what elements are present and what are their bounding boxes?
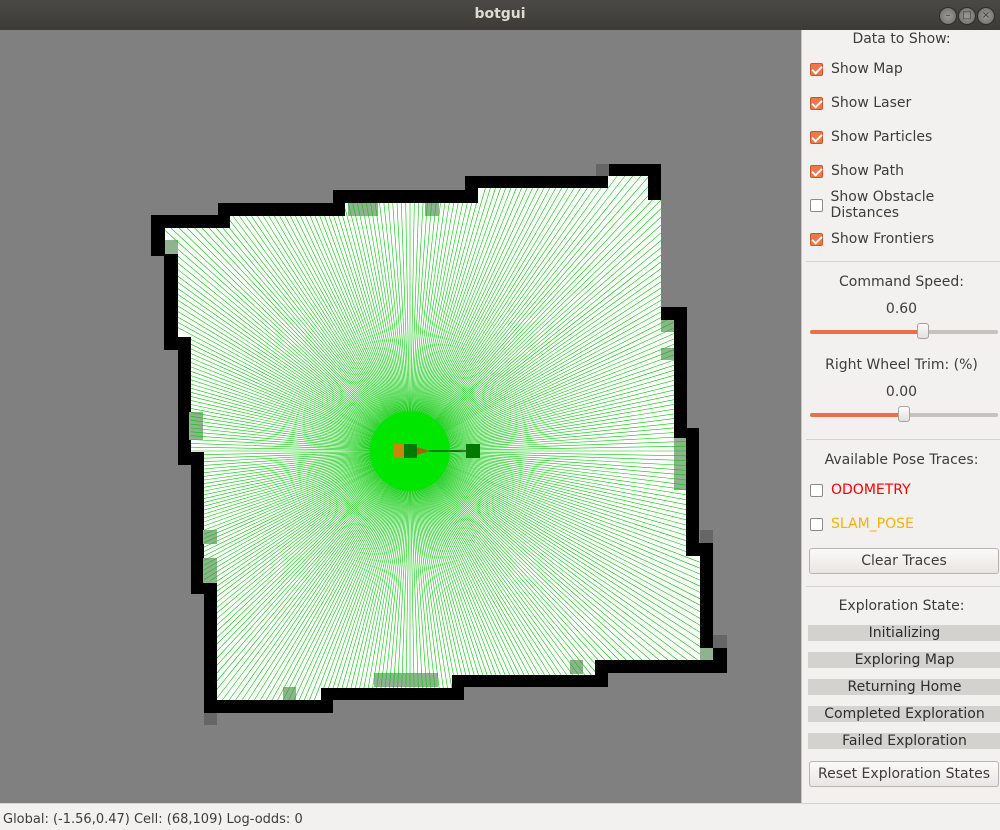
state-completed-exploration: Completed Exploration	[808, 706, 1000, 722]
clear-traces-button[interactable]: Clear Traces	[809, 548, 999, 574]
show-map-option[interactable]: Show Map	[810, 58, 903, 80]
slider-handle[interactable]	[916, 323, 929, 339]
title-bar: botgui – □ ×	[0, 0, 1000, 30]
slam-pose-checkbox[interactable]	[810, 517, 823, 531]
show-obstacle-distances-option[interactable]: Show Obstacle Distances	[810, 189, 1000, 221]
show-particles-label: Show Particles	[831, 129, 933, 145]
divider	[806, 439, 1000, 440]
show-path-label: Show Path	[831, 163, 904, 179]
control-panel: Data to Show: Show Map Show Laser Show P…	[801, 30, 1000, 803]
close-icon[interactable]: ×	[977, 7, 995, 25]
map-canvas[interactable]	[0, 30, 801, 803]
cursor-status-text: Global: (-1.56,0.47) Cell: (68,109) Log-…	[3, 812, 303, 827]
show-laser-label: Show Laser	[831, 95, 912, 111]
maximize-icon[interactable]: □	[958, 7, 976, 25]
show-particles-option[interactable]: Show Particles	[810, 126, 932, 148]
command-speed-value: 0.60	[885, 301, 918, 317]
robot-frontier-marker	[404, 444, 417, 458]
slam-pose-trace-option[interactable]: SLAM_POSE	[810, 513, 914, 535]
state-initializing: Initializing	[808, 625, 1000, 641]
minimize-icon[interactable]: –	[939, 7, 957, 25]
odometry-checkbox[interactable]	[810, 483, 823, 497]
state-failed-exploration: Failed Exploration	[808, 733, 1000, 749]
reset-exploration-states-button[interactable]: Reset Exploration States	[809, 761, 999, 787]
exploration-state-header: Exploration State:	[838, 598, 965, 614]
show-frontiers-checkbox[interactable]	[810, 232, 823, 246]
command-speed-label: Command Speed:	[838, 274, 964, 290]
divider	[806, 586, 1000, 587]
wheel-trim-label: Right Wheel Trim: (%)	[825, 357, 978, 373]
slider-handle[interactable]	[898, 406, 910, 422]
show-map-label: Show Map	[831, 61, 903, 77]
show-frontiers-option[interactable]: Show Frontiers	[810, 228, 934, 250]
show-map-checkbox[interactable]	[810, 62, 823, 76]
show-path-option[interactable]: Show Path	[810, 160, 904, 182]
frontier-marker	[466, 444, 480, 458]
status-bar: Global: (-1.56,0.47) Cell: (68,109) Log-…	[0, 803, 1000, 830]
slider-fill	[810, 330, 923, 334]
odometry-trace-option[interactable]: ODOMETRY	[810, 479, 911, 501]
show-laser-checkbox[interactable]	[810, 96, 823, 110]
show-laser-option[interactable]: Show Laser	[810, 92, 911, 114]
show-frontiers-label: Show Frontiers	[831, 231, 935, 247]
wheel-trim-slider[interactable]	[810, 405, 998, 425]
wheel-trim-value: 0.00	[885, 384, 918, 400]
command-speed-slider[interactable]	[810, 322, 998, 342]
show-obstacle-distances-label: Show Obstacle Distances	[830, 189, 935, 221]
show-path-checkbox[interactable]	[810, 164, 823, 178]
state-exploring-map: Exploring Map	[808, 652, 1000, 668]
map-view[interactable]	[0, 30, 801, 803]
pose-traces-header: Available Pose Traces:	[824, 452, 979, 468]
show-obstacle-distances-checkbox[interactable]	[810, 198, 823, 212]
show-particles-checkbox[interactable]	[810, 130, 823, 144]
window-title: botgui	[474, 6, 526, 22]
state-returning-home: Returning Home	[808, 679, 1000, 695]
data-to-show-header: Data to Show:	[852, 31, 951, 47]
slider-fill	[810, 413, 904, 417]
slam-pose-label: SLAM_POSE	[831, 516, 914, 532]
odometry-label: ODOMETRY	[831, 482, 911, 498]
divider	[806, 261, 1000, 262]
